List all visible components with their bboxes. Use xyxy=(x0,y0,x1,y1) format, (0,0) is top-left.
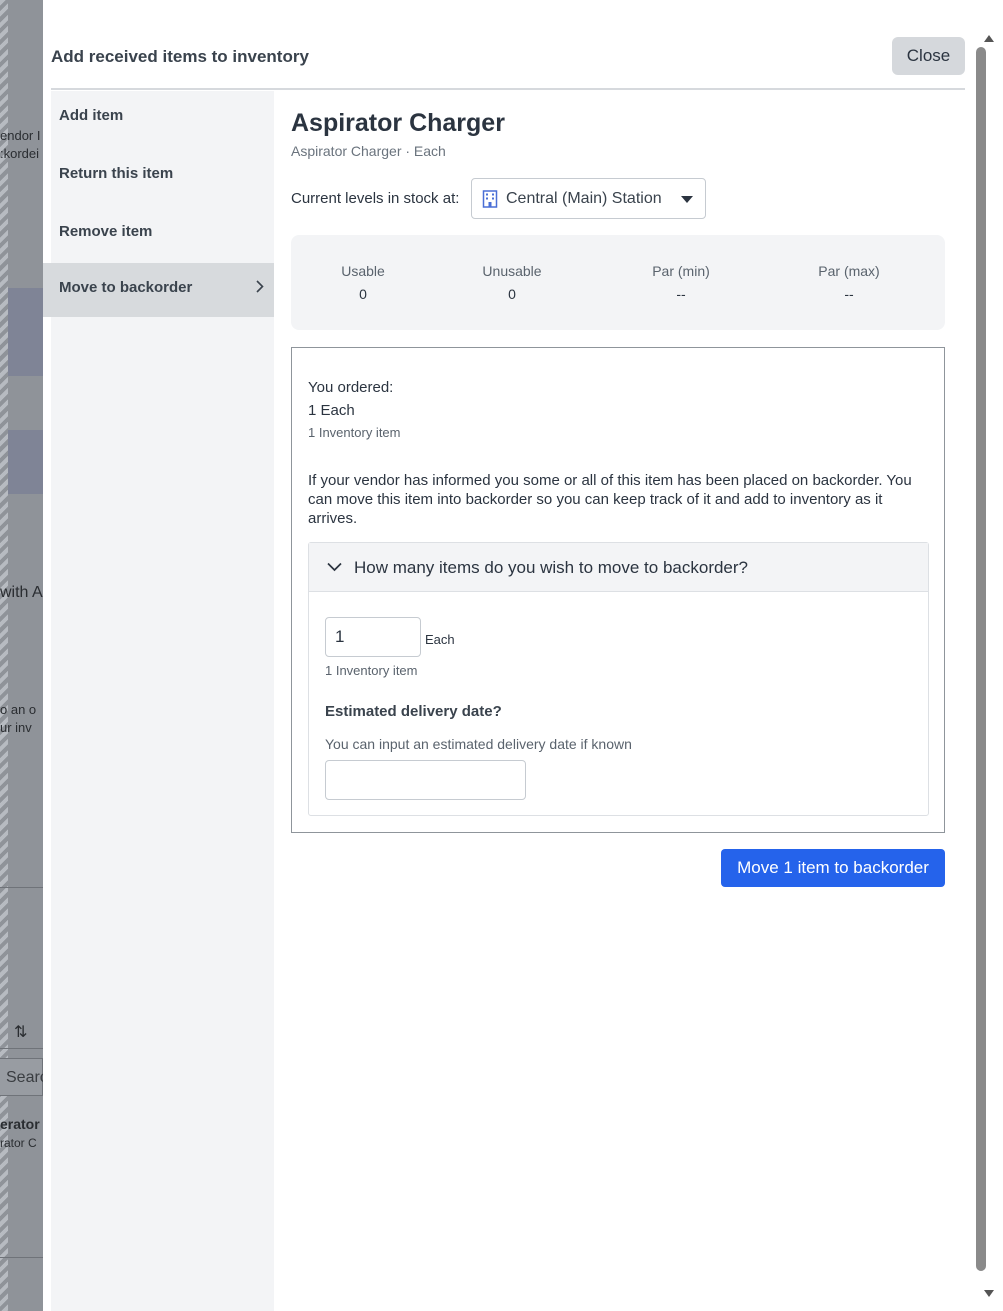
station-value: Central (Main) Station xyxy=(506,190,662,207)
quantity-unit: Each xyxy=(425,632,455,647)
delivery-date-hint: You can input an estimated delivery date… xyxy=(325,736,632,752)
background-text: erator xyxy=(0,1116,40,1132)
background-text: o an o xyxy=(0,702,37,717)
scrollbar-thumb[interactable] xyxy=(976,47,986,1271)
background-band xyxy=(8,288,43,376)
building-icon xyxy=(482,190,498,213)
sidebar-item-label: Remove item xyxy=(59,223,153,240)
background-text: rator C xyxy=(0,1136,37,1150)
action-sidebar: Add item Return this item Remove item Mo… xyxy=(43,91,274,1311)
accordion-title: How many items do you wish to move to ba… xyxy=(354,558,749,577)
stat-value: -- xyxy=(676,286,686,302)
background-band xyxy=(8,430,43,494)
backorder-panel: You ordered: 1 Each 1 Inventory item If … xyxy=(291,347,945,833)
stat-value: -- xyxy=(844,286,854,302)
stat-usable: Usable 0 xyxy=(293,263,433,302)
modal-title: Add received items to inventory xyxy=(51,47,309,66)
chevron-right-icon xyxy=(256,280,264,298)
sidebar-item-label: Move to backorder xyxy=(59,279,193,296)
stat-label: Usable xyxy=(341,263,385,279)
stat-value: 0 xyxy=(359,286,367,302)
scrollbar[interactable] xyxy=(973,0,1003,1311)
background-text: endor I xyxy=(0,128,41,143)
sidebar-item-add-item[interactable]: Add item xyxy=(51,91,274,145)
move-to-backorder-button[interactable]: Move 1 item to backorder xyxy=(721,849,945,887)
background-text: Searc xyxy=(6,1069,43,1086)
scroll-up-icon[interactable] xyxy=(984,35,994,42)
sidebar-item-backorder[interactable]: Move to backorder xyxy=(43,263,274,317)
background-divider xyxy=(0,887,43,888)
ordered-inventory-count: 1 Inventory item xyxy=(308,425,401,440)
background-page: endor I :kordei with A o an o ur inv ⇅ S… xyxy=(0,0,43,1311)
sort-icon: ⇅ xyxy=(14,1024,28,1041)
stat-par-max: Par (max) -- xyxy=(779,263,919,302)
background-search: Searc xyxy=(0,1058,43,1096)
stock-levels-label: Current levels in stock at: xyxy=(291,190,460,207)
stat-value: 0 xyxy=(508,286,516,302)
item-title: Aspirator Charger xyxy=(291,109,505,137)
background-edge xyxy=(0,0,8,1311)
stat-par-min: Par (min) -- xyxy=(611,263,751,302)
sidebar-item-label: Add item xyxy=(59,107,124,124)
close-button[interactable]: Close xyxy=(892,37,965,75)
station-select[interactable]: Central (Main) Station xyxy=(471,178,706,219)
backorder-quantity-input[interactable] xyxy=(325,617,421,657)
background-divider xyxy=(0,1257,43,1258)
stat-unusable: Unusable 0 xyxy=(442,263,582,302)
delivery-date-label: Estimated delivery date? xyxy=(325,703,502,720)
stat-label: Par (min) xyxy=(652,263,710,279)
ordered-label: You ordered: xyxy=(308,379,394,396)
background-text: with A xyxy=(0,584,43,601)
stat-label: Par (max) xyxy=(818,263,880,279)
add-to-inventory-modal: Add received items to inventory Close Ad… xyxy=(43,0,973,1311)
stock-stats: Usable 0 Unusable 0 Par (min) -- Par (ma… xyxy=(291,235,945,330)
backorder-accordion: How many items do you wish to move to ba… xyxy=(308,542,929,816)
delivery-date-input[interactable] xyxy=(325,760,526,800)
accordion-header[interactable]: How many items do you wish to move to ba… xyxy=(309,543,928,592)
background-text: ur inv xyxy=(0,720,32,735)
background-divider xyxy=(0,1048,43,1049)
scroll-down-icon[interactable] xyxy=(984,1290,994,1297)
sidebar-item-remove[interactable]: Remove item xyxy=(51,207,274,261)
stat-label: Unusable xyxy=(482,263,542,279)
background-text: :kordei xyxy=(0,146,40,161)
backorder-info-text: If your vendor has informed you some or … xyxy=(308,472,912,527)
sidebar-item-label: Return this item xyxy=(59,165,174,182)
sidebar-item-return[interactable]: Return this item xyxy=(51,149,274,203)
ordered-quantity: 1 Each xyxy=(308,402,355,419)
modal-header: Add received items to inventory Close xyxy=(51,30,965,90)
backorder-inventory-count: 1 Inventory item xyxy=(325,663,418,678)
item-subtitle: Aspirator Charger · Each xyxy=(291,143,446,159)
chevron-down-icon xyxy=(327,559,342,577)
caret-down-icon xyxy=(681,196,693,203)
